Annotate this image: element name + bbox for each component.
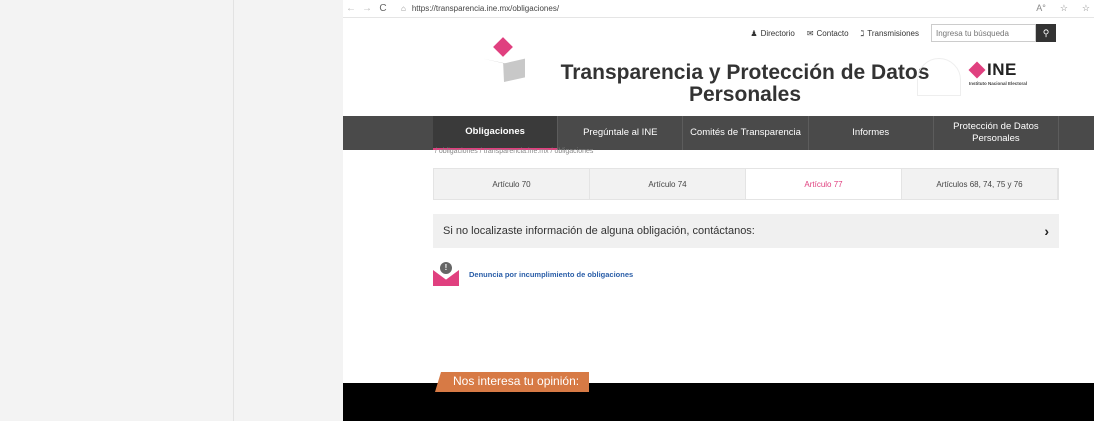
alert-circle: !: [440, 262, 452, 274]
top-utility-bar: ♟ Directorio ✉ Contacto ℷ Transmisiones …: [750, 24, 1056, 42]
browser-actions: A° ☆ ☆: [1036, 3, 1090, 14]
nav-item-informes[interactable]: Informes: [809, 116, 934, 150]
chevron-right-icon: ›: [1044, 223, 1049, 239]
tab-articulo-77[interactable]: Artículo 77: [746, 169, 902, 199]
website: ♟ Directorio ✉ Contacto ℷ Transmisiones …: [343, 18, 1094, 421]
nav-item-proteccion[interactable]: Protección de Datos Personales: [934, 116, 1060, 150]
transmisiones-link[interactable]: ℷ Transmisiones: [861, 29, 919, 38]
rss-icon: ℷ: [860, 28, 865, 38]
contacto-label: Contacto: [816, 28, 849, 38]
url-text: https://transparencia.ine.mx/obligacione…: [411, 4, 560, 13]
back-icon[interactable]: ←: [343, 3, 359, 14]
transparency-logo[interactable]: [479, 37, 529, 82]
breadcrumb[interactable]: / obligaciones / transparencia.ine.mx / …: [435, 148, 593, 155]
contact-text: Si no localizaste información de alguna …: [443, 225, 755, 237]
url-field[interactable]: ⌂ https://transparencia.ine.mx/obligacio…: [401, 4, 559, 13]
favorites-icon[interactable]: ☆: [1082, 3, 1090, 14]
transmisiones-label: Transmisiones: [867, 28, 919, 38]
directorio-label: Directorio: [760, 28, 795, 38]
denuncia-link[interactable]: Denuncia por incumplimiento de obligacio…: [469, 270, 633, 279]
directorio-link[interactable]: ♟ Directorio: [750, 29, 794, 38]
nav-item-preguntale[interactable]: Pregúntale al INE: [558, 116, 684, 150]
opinion-heading: Nos interesa tu opinión:: [435, 372, 590, 392]
tab-articulos-68-74-75-76[interactable]: Artículos 68, 74, 75 y 76: [902, 169, 1058, 199]
denuncia-item[interactable]: ! Denuncia por incumplimiento de obligac…: [433, 262, 633, 286]
decorative-building: [917, 58, 961, 96]
contacto-link[interactable]: ✉ Contacto: [807, 29, 849, 38]
envelope-icon: ✉: [806, 28, 814, 38]
forward-icon[interactable]: →: [359, 3, 375, 14]
article-tabs: Artículo 70 Artículo 74 Artículo 77 Artí…: [433, 168, 1059, 200]
contact-accordion[interactable]: Si no localizaste información de alguna …: [433, 214, 1059, 248]
search-box: ⚲: [931, 24, 1056, 42]
tab-articulo-70[interactable]: Artículo 70: [434, 169, 590, 199]
search-icon: ⚲: [1042, 27, 1050, 38]
nav-item-obligaciones[interactable]: Obligaciones: [433, 116, 559, 150]
tab-articulo-74[interactable]: Artículo 74: [590, 169, 746, 199]
browser-address-bar: ← → C ⌂ https://transparencia.ine.mx/obl…: [343, 0, 1094, 18]
book-icon: [483, 58, 525, 82]
site-title: Transparencia y Protección de Datos Pers…: [560, 61, 930, 106]
lock-icon: ⌂: [401, 4, 406, 13]
read-aloud-icon[interactable]: A°: [1036, 3, 1046, 14]
nav-item-comites[interactable]: Comités de Transparencia: [683, 116, 809, 150]
envelope-alert-icon: !: [433, 262, 459, 286]
ine-logo-text: INE: [987, 60, 1017, 79]
search-input[interactable]: [931, 24, 1036, 42]
left-pane: [0, 0, 234, 421]
main-navbar: Obligaciones Pregúntale al INE Comités d…: [343, 116, 1094, 150]
ine-logo[interactable]: INE Instituto Nacional Electoral: [963, 60, 1059, 94]
diamond-icon: [493, 37, 513, 57]
user-icon: ♟: [750, 28, 758, 38]
reload-icon[interactable]: C: [375, 3, 391, 14]
nav-items: Obligaciones Pregúntale al INE Comités d…: [433, 116, 1060, 150]
favorite-icon[interactable]: ☆: [1060, 3, 1068, 14]
middle-pane: [234, 0, 343, 421]
ine-diamond-icon: [968, 61, 986, 79]
search-button[interactable]: ⚲: [1036, 24, 1056, 42]
ine-logo-subtitle: Instituto Nacional Electoral: [969, 81, 1028, 86]
